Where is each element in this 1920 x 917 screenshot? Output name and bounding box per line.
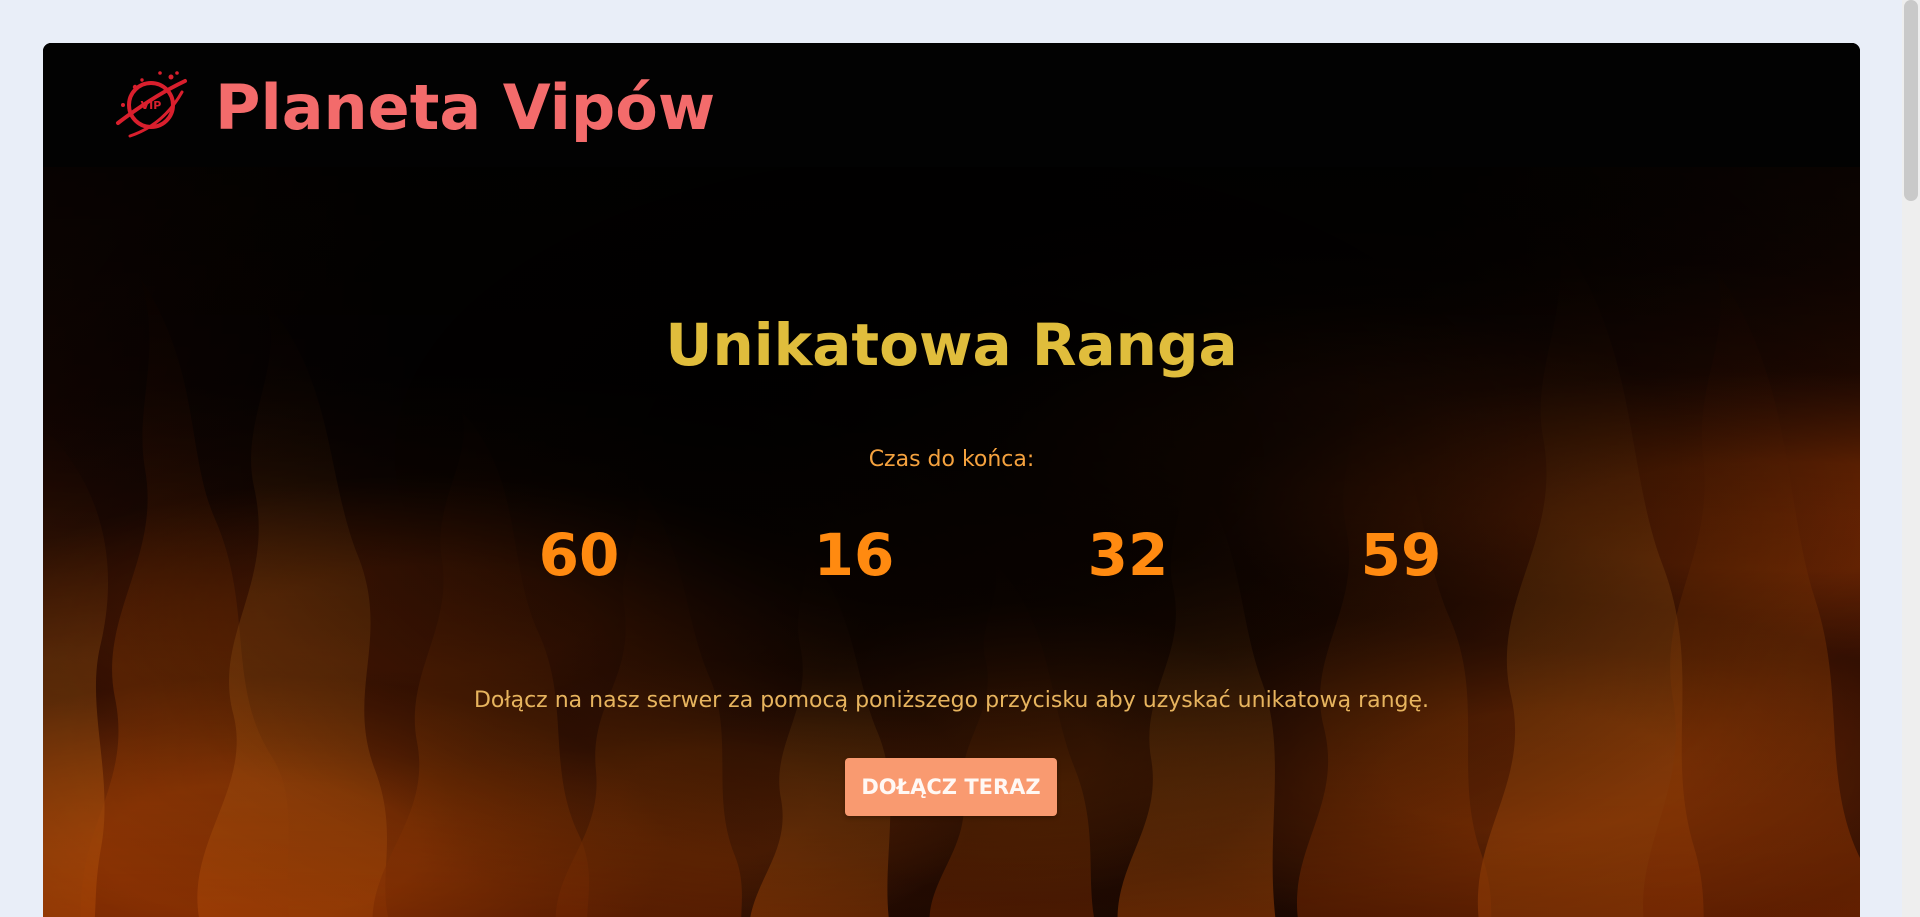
vip-planet-icon[interactable]: VIP [113, 69, 189, 141]
countdown-seconds: 59 [1360, 521, 1442, 589]
countdown-label: Czas do końca: [868, 447, 1035, 472]
countdown-hours: 16 [813, 521, 895, 589]
page: VIP Planeta Vipów Unikatowa Ranga Czas d… [0, 0, 1920, 917]
hero-title: Unikatowa Ranga [665, 311, 1238, 379]
hero-content: Unikatowa Ranga Czas do końca: 60 16 32 … [43, 167, 1860, 917]
join-description: Dołącz na nasz serwer za pomocą poniższe… [473, 688, 1430, 713]
countdown-timer: 60 16 32 59 [499, 517, 1442, 597]
vip-icon-text: VIP [141, 99, 162, 112]
join-now-button[interactable]: DOŁĄCZ TERAZ [845, 758, 1057, 816]
vertical-scrollbar[interactable] [1902, 0, 1920, 917]
countdown-days: 60 [538, 521, 620, 589]
countdown-minutes: 32 [1087, 521, 1169, 589]
site-header: VIP Planeta Vipów [43, 43, 1860, 167]
site-title[interactable]: Planeta Vipów [215, 68, 715, 148]
scrollbar-thumb[interactable] [1904, 0, 1918, 201]
fire-hero-section: Unikatowa Ranga Czas do końca: 60 16 32 … [43, 167, 1860, 917]
landing-card: VIP Planeta Vipów Unikatowa Ranga Czas d… [43, 43, 1860, 917]
